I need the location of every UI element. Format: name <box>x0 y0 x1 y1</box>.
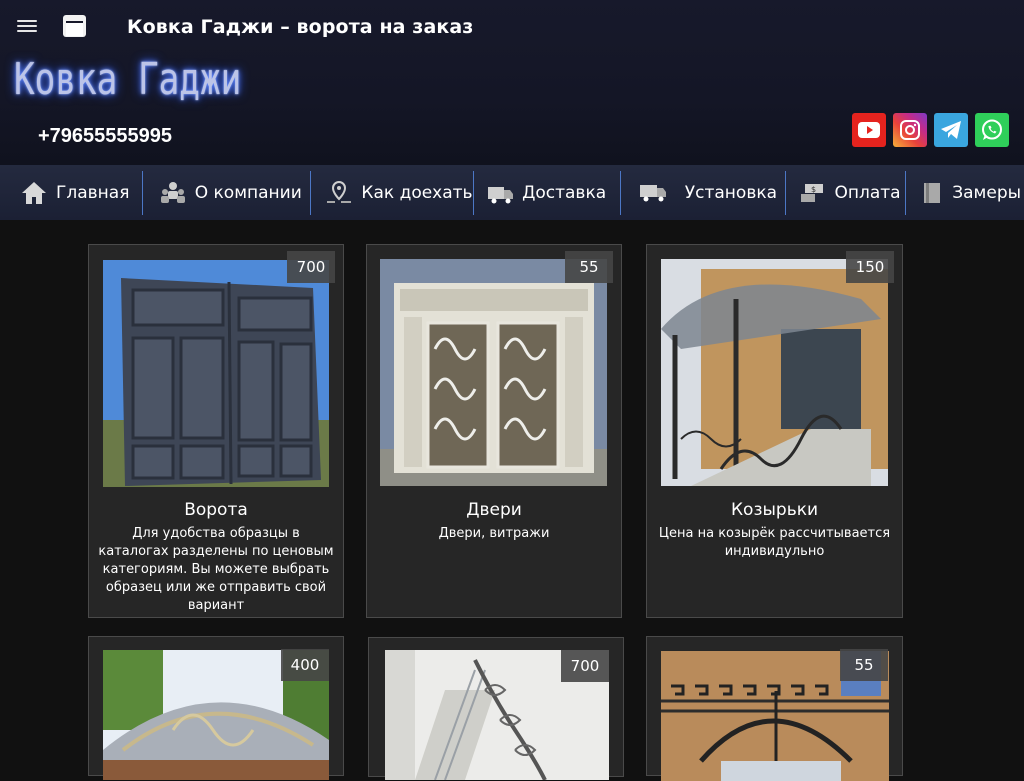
nav-label: Установка <box>684 182 778 203</box>
card-description: Цена на козырёк рассчитывается индивидул… <box>658 526 891 559</box>
telegram-icon <box>941 121 961 139</box>
site-header: Ковка Гаджи – ворота на заказ Ковка Гадж… <box>0 0 1024 165</box>
nav-label: Как доехать <box>361 182 473 203</box>
money-icon: $ <box>798 179 826 207</box>
catalog-card-fences[interactable]: 55 <box>646 636 903 781</box>
window-icon[interactable] <box>63 15 86 37</box>
whatsapp-icon <box>982 119 1002 140</box>
nav-label: Доставка <box>522 182 607 203</box>
item-count-badge: 55 <box>565 251 613 283</box>
truck-icon <box>639 179 667 207</box>
nav-label: Главная <box>56 182 130 203</box>
card-title[interactable]: Козырьки <box>647 500 902 520</box>
card-image-doors[interactable] <box>380 259 607 486</box>
site-logo[interactable]: Ковка Гаджи <box>14 54 241 105</box>
catalog-card-gates[interactable]: 700 Ворота Для удобства образцы в катало… <box>88 244 344 618</box>
book-icon <box>918 179 946 207</box>
main-nav: Главная О компании Как доехать Доставка … <box>0 165 1024 220</box>
location-icon <box>325 179 353 207</box>
nav-label: Замеры <box>952 182 1022 203</box>
whatsapp-button[interactable] <box>975 113 1009 147</box>
item-count-badge: 150 <box>846 251 894 283</box>
top-bar: Ковка Гаджи – ворота на заказ <box>0 0 1024 56</box>
social-links <box>852 113 1009 147</box>
item-count-badge: 400 <box>281 649 329 681</box>
youtube-button[interactable] <box>852 113 886 147</box>
page-title: Ковка Гаджи – ворота на заказ <box>127 16 474 38</box>
catalog-card-gazebos[interactable]: 400 <box>88 636 344 780</box>
nav-item-home[interactable]: Главная <box>0 165 142 220</box>
card-description: Для удобства образцы в каталогах разделе… <box>98 526 334 613</box>
nav-label: О компании <box>194 182 302 203</box>
catalog-card-canopies[interactable]: 150 Козырьки Цена на козырёк рассчитывае… <box>646 244 903 618</box>
nav-item-delivery[interactable]: Доставка <box>474 165 620 220</box>
item-count-badge: 700 <box>287 251 335 283</box>
item-count-badge: 700 <box>561 650 609 682</box>
delivery-icon <box>486 179 514 207</box>
nav-label: Оплата <box>834 182 901 203</box>
nav-item-measurements[interactable]: Замеры <box>906 165 1024 220</box>
telegram-button[interactable] <box>934 113 968 147</box>
catalog-card-doors[interactable]: 55 Двери Двери, витражи <box>366 244 622 618</box>
nav-item-payment[interactable]: $ Оплата <box>786 165 905 220</box>
phone-number[interactable]: +79655555995 <box>38 125 172 148</box>
card-image-canopies[interactable] <box>661 259 888 486</box>
hamburger-menu-icon[interactable] <box>17 17 39 35</box>
youtube-icon <box>858 122 880 138</box>
nav-item-installation[interactable]: Установка <box>621 165 786 220</box>
nav-item-directions[interactable]: Как доехать <box>311 165 473 220</box>
svg-text:$: $ <box>811 185 816 194</box>
card-title[interactable]: Двери <box>367 500 621 520</box>
card-image-gates[interactable] <box>103 260 329 487</box>
item-count-badge: 55 <box>840 649 888 681</box>
nav-item-about[interactable]: О компании <box>143 165 311 220</box>
card-title[interactable]: Ворота <box>89 500 343 520</box>
catalog-card-railings[interactable]: 700 <box>368 637 624 780</box>
instagram-button[interactable] <box>893 113 927 147</box>
card-description: Двери, витражи <box>438 526 550 541</box>
instagram-icon <box>900 120 920 140</box>
home-icon <box>20 179 48 207</box>
team-icon <box>159 179 187 207</box>
